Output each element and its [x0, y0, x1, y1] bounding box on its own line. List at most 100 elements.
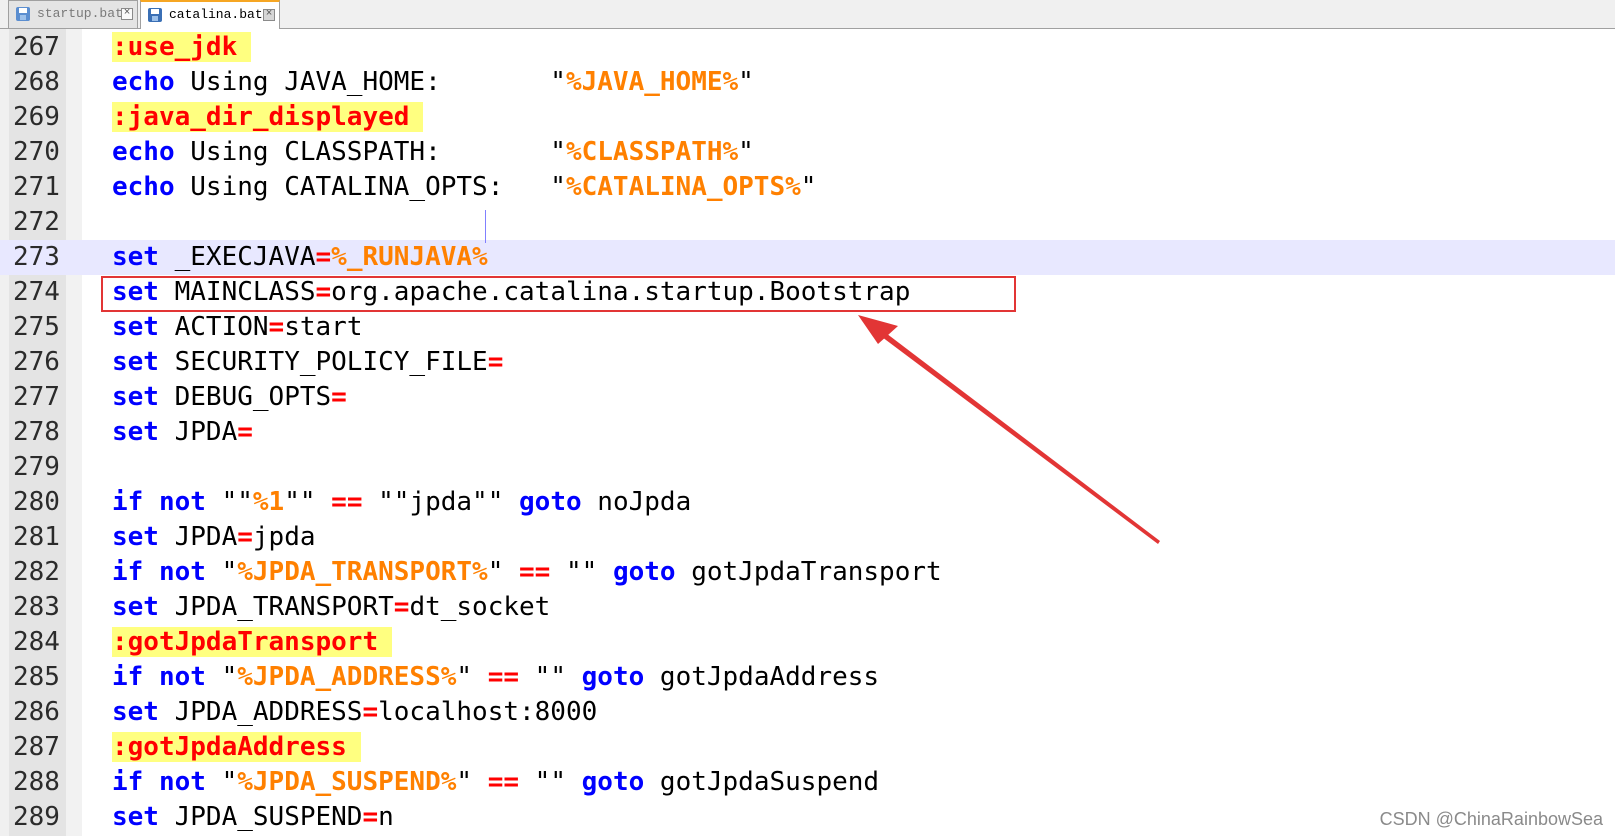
operator-token: == [487, 662, 520, 692]
text-token: " [800, 172, 817, 202]
keyword-token: set [112, 592, 159, 622]
operator-token: == [519, 557, 551, 587]
code-line[interactable]: 268 echo Using JAVA_HOME: "%JAVA_HOME%" [0, 65, 1615, 100]
code-line[interactable]: 271 echo Using CATALINA_OPTS: "%CATALINA_… [0, 170, 1615, 205]
keyword-token: set [112, 417, 159, 447]
variable-token: %_RUNJAVA% [331, 242, 488, 272]
code-line[interactable]: 282 if not "%JPDA_TRANSPORT%" == "" goto … [0, 555, 1615, 590]
text-token: noJpda [581, 487, 692, 517]
line-number: 268 [13, 67, 60, 97]
line-number: 267 [13, 32, 60, 62]
code-line[interactable]: 284 :gotJpdaTransport [0, 625, 1615, 660]
text-token: "" [519, 662, 582, 692]
keyword-token: echo [112, 137, 175, 167]
line-number: 287 [13, 732, 60, 762]
label-token: :gotJpdaTransport [112, 627, 393, 657]
tab-label: catalina.bat [169, 7, 263, 22]
code-line[interactable]: 287:gotJpdaAddress [0, 730, 1615, 765]
code-line[interactable]: 270 echo Using CLASSPATH: "%CLASSPATH%" [0, 135, 1615, 170]
text-token: "" [550, 557, 613, 587]
code-line[interactable]: 269 :java_dir_displayed [0, 100, 1615, 135]
code-line[interactable]: 267 :use_jdk [0, 30, 1615, 65]
text-token: SECURITY_POLICY_FILE [158, 347, 488, 377]
line-number: 277 [13, 382, 60, 412]
text-token: Using JAVA_HOME: " [174, 67, 566, 97]
code-editor[interactable]: 267 :use_jdk 268 echo Using JAVA_HOME: "%JA… [0, 29, 1615, 836]
text-token: JPDA [158, 417, 238, 447]
text-token: dt_socket [409, 592, 551, 622]
operator-token: == [331, 487, 363, 517]
code-line[interactable]: 279 [0, 450, 1615, 485]
code-line[interactable]: 278 set JPDA= [0, 415, 1615, 450]
code-text: echo Using JAVA_HOME: "%JAVA_HOME%" [112, 65, 754, 100]
close-icon[interactable]: × [263, 9, 275, 21]
code-line[interactable]: 286 set JPDA_ADDRESS=localhost:8000 [0, 695, 1615, 730]
tab-label: startup.bat [37, 6, 123, 21]
line-number: 272 [13, 207, 60, 237]
line-number: 284 [13, 627, 60, 657]
code-text: set JPDA_TRANSPORT=dt_socket [112, 590, 550, 625]
keyword-token: if not [112, 662, 206, 692]
text-token: ""jpda"" [362, 487, 520, 517]
code-line[interactable]: 273 set _EXECJAVA=%_RUNJAVA% [0, 240, 1615, 275]
line-number: 286 [13, 697, 60, 727]
code-line[interactable]: 277 set DEBUG_OPTS= [0, 380, 1615, 415]
text-token: " [456, 767, 488, 797]
tab-bar: startup.bat × catalina.bat × [0, 0, 1615, 29]
keyword-token: set [112, 522, 159, 552]
text-token: " [205, 662, 238, 692]
code-line[interactable]: 275 set ACTION=start [0, 310, 1615, 345]
text-token: "" [205, 487, 253, 517]
text-token: gotJpdaTransport [675, 557, 942, 587]
variable-token: %JPDA_SUSPEND% [237, 767, 457, 797]
code-line[interactable]: 280 if not ""%1"" == ""jpda"" goto noJpda [0, 485, 1615, 520]
keyword-token: goto [519, 487, 582, 517]
text-token: Using CLASSPATH: " [174, 137, 566, 167]
code-text: set JPDA=jpda [112, 520, 316, 555]
operator-token: = [237, 522, 253, 552]
operator-token: == [487, 767, 520, 797]
code-text: if not "%JPDA_SUSPEND%" == "" goto gotJp… [112, 765, 879, 800]
code-line[interactable]: 283 set JPDA_TRANSPORT=dt_socket [0, 590, 1615, 625]
text-token: "" [284, 487, 332, 517]
code-line[interactable]: 272 [0, 205, 1615, 240]
close-icon[interactable]: × [121, 8, 133, 20]
tab-startup-bat[interactable]: startup.bat × [8, 0, 138, 28]
line-number: 269 [13, 102, 60, 132]
code-text: if not "%JPDA_ADDRESS%" == "" goto gotJp… [112, 660, 879, 695]
code-text: set SECURITY_POLICY_FILE= [112, 345, 503, 380]
code-line[interactable]: 289 set JPDA_SUSPEND=n [0, 800, 1615, 835]
code-text: :use_jdk [112, 30, 252, 65]
keyword-token: if not [112, 767, 206, 797]
keyword-token: set [112, 242, 159, 272]
label-token: :java_dir_displayed [112, 102, 424, 132]
tab-catalina-bat[interactable]: catalina.bat × [140, 0, 280, 29]
code-line[interactable]: 276 set SECURITY_POLICY_FILE= [0, 345, 1615, 380]
save-disk-icon [148, 8, 162, 22]
code-line[interactable]: 288 if not "%JPDA_SUSPEND%" == "" goto go… [0, 765, 1615, 800]
keyword-token: echo [112, 172, 175, 202]
code-line[interactable]: 281 set JPDA=jpda [0, 520, 1615, 555]
code-text: set JPDA_SUSPEND=n [112, 800, 394, 835]
code-text: if not ""%1"" == ""jpda"" goto noJpda [112, 485, 691, 520]
text-token: ACTION [158, 312, 269, 342]
operator-token: = [315, 242, 332, 272]
keyword-token: set [112, 347, 159, 377]
text-token: "" [519, 767, 582, 797]
keyword-token: set [112, 382, 159, 412]
code-text: echo Using CATALINA_OPTS: "%CATALINA_OPT… [112, 170, 816, 205]
text-token: DEBUG_OPTS [158, 382, 332, 412]
keyword-token: set [112, 802, 159, 832]
line-number: 285 [13, 662, 60, 692]
line-number: 278 [13, 417, 60, 447]
code-line[interactable]: 285 if not "%JPDA_ADDRESS%" == "" goto go… [0, 660, 1615, 695]
variable-token: %JPDA_TRANSPORT% [237, 557, 488, 587]
code-text: set DEBUG_OPTS= [112, 380, 347, 415]
watermark: CSDN @ChinaRainbowSea [1379, 809, 1603, 829]
text-token: " [738, 67, 754, 97]
text-token: gotJpdaSuspend [644, 767, 880, 797]
line-number: 276 [13, 347, 60, 377]
operator-token: = [237, 417, 253, 447]
annotation-highlight-box [101, 276, 1016, 312]
line-number: 270 [13, 137, 60, 167]
